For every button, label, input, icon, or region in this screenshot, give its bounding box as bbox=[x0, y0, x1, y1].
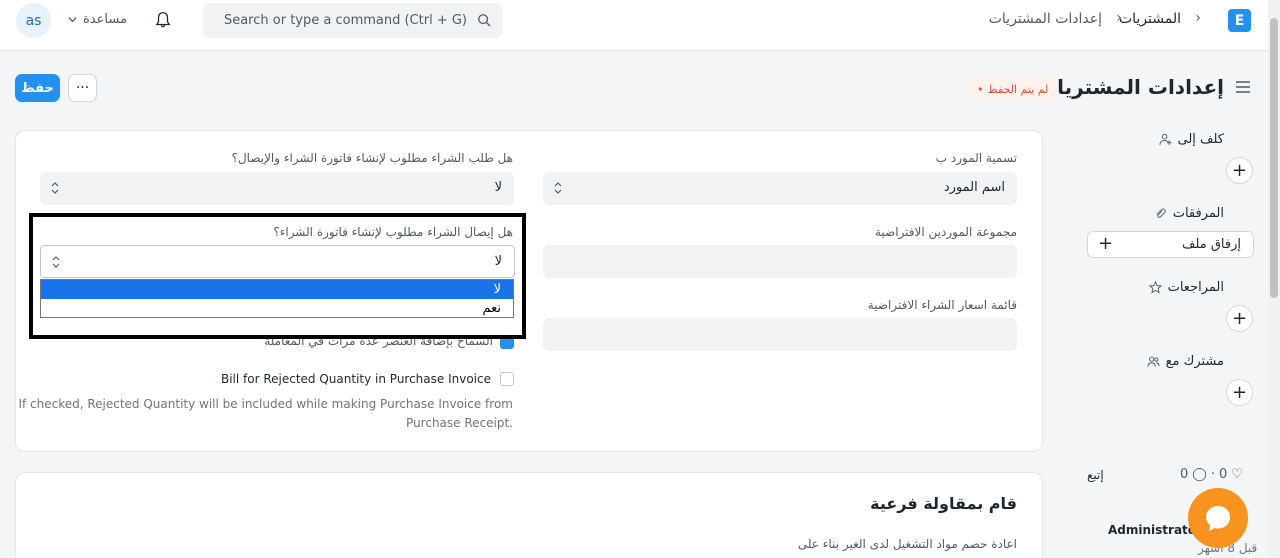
bell-icon[interactable] bbox=[154, 11, 172, 29]
pr-required-label: هل إيصال الشراء مطلوب لإنشاء فاتورة الشر… bbox=[273, 225, 513, 239]
share-add-button[interactable]: + bbox=[1226, 379, 1253, 406]
bill-rejected-description-2: Purchase Receipt. bbox=[406, 416, 513, 430]
select-arrows-icon bbox=[52, 256, 60, 268]
status-dot-icon: • bbox=[977, 82, 984, 96]
breadcrumb-parent[interactable]: المشتريات bbox=[1119, 11, 1181, 27]
default-price-list-label: قائمة اسعار الشراء الافتراضية bbox=[867, 298, 1017, 312]
po-required-value: لا bbox=[494, 180, 502, 195]
bill-rejected-label: Bill for Rejected Quantity in Purchase I… bbox=[220, 372, 491, 386]
reviews-label: المراجعات bbox=[1148, 280, 1224, 295]
default-price-list-input[interactable] bbox=[543, 318, 1017, 351]
navbar: as مساعدة Search or type a command (Ctrl… bbox=[0, 0, 1268, 51]
app-logo[interactable]: E bbox=[1228, 9, 1251, 32]
shared-with-label: مشترك مع bbox=[1147, 354, 1224, 369]
add-user-icon bbox=[1158, 133, 1172, 146]
chevron-down-icon bbox=[68, 17, 77, 23]
heart-icon[interactable]: ♡ bbox=[1231, 467, 1243, 482]
help-dropdown[interactable]: مساعدة bbox=[68, 12, 127, 27]
help-label: مساعدة bbox=[83, 12, 127, 27]
search-bar[interactable]: Search or type a command (Ctrl + G) bbox=[203, 3, 503, 38]
search-input[interactable]: Search or type a command (Ctrl + G) bbox=[224, 13, 467, 28]
subcontract-section-title: قام بمقاولة فرعية bbox=[870, 494, 1017, 513]
po-required-label: هل طلب الشراء مطلوب لإنشاء فاتورة الشراء… bbox=[231, 151, 513, 165]
pr-required-value: لا bbox=[494, 254, 502, 269]
supplier-naming-label: تسمية المورد ب bbox=[935, 151, 1017, 165]
users-icon bbox=[1147, 356, 1160, 367]
status-badge: • لم يتم الحفظ bbox=[967, 78, 1059, 100]
supplier-naming-value: اسم المورد bbox=[943, 180, 1005, 195]
star-icon bbox=[1148, 281, 1162, 294]
plus-icon: + bbox=[1098, 233, 1114, 254]
po-required-select[interactable]: لا bbox=[40, 172, 514, 205]
scrollbar[interactable] bbox=[1268, 0, 1280, 558]
attachments-label: المرفقات bbox=[1154, 206, 1224, 221]
chat-bubble-icon bbox=[1206, 506, 1230, 531]
scrollbar-thumb[interactable] bbox=[1270, 18, 1278, 298]
pr-required-select[interactable]: لا bbox=[40, 245, 515, 278]
breadcrumb-separator: › bbox=[1195, 10, 1201, 26]
select-arrows-icon bbox=[554, 182, 562, 194]
pr-required-options[interactable]: لا نعم bbox=[40, 279, 514, 318]
likes-count: 0 bbox=[1180, 467, 1189, 482]
assign-add-button[interactable]: + bbox=[1226, 157, 1253, 184]
option-yes[interactable]: نعم bbox=[41, 299, 513, 318]
option-no[interactable]: لا bbox=[41, 280, 513, 299]
bill-rejected-checkbox[interactable] bbox=[500, 372, 514, 386]
separator: · bbox=[1210, 467, 1215, 482]
status-text: لم يتم الحفظ bbox=[987, 82, 1049, 96]
more-actions-button[interactable]: ··· bbox=[68, 74, 97, 102]
chat-widget-button[interactable] bbox=[1188, 488, 1248, 548]
backflush-label: اعادة حصم مواد التشغيل لدى الغير بناء عل… bbox=[797, 537, 1017, 551]
comments-count: 0 bbox=[1218, 467, 1228, 482]
default-supplier-group-label: مجموعة الموردين الافتراضية bbox=[874, 225, 1017, 239]
follow-link[interactable]: إتبع bbox=[1087, 468, 1104, 482]
likes-comments-counter: 0 ◯ · 0 ♡ bbox=[1180, 467, 1243, 482]
attach-file-button[interactable]: إرفاق ملف + bbox=[1087, 231, 1254, 258]
paperclip-icon bbox=[1156, 208, 1166, 218]
comment-icon: ◯ bbox=[1192, 467, 1207, 482]
attach-file-label: إرفاق ملف bbox=[1181, 237, 1241, 252]
review-add-button[interactable]: + bbox=[1226, 305, 1253, 332]
assign-to-label: كلف إلى bbox=[1158, 132, 1224, 147]
sidebar-toggle-icon[interactable] bbox=[1235, 80, 1251, 94]
save-button[interactable]: حفظ bbox=[15, 74, 60, 102]
supplier-naming-select[interactable]: اسم المورد bbox=[543, 172, 1017, 205]
search-icon bbox=[478, 14, 491, 27]
select-arrows-icon bbox=[51, 182, 59, 194]
breadcrumb-current[interactable]: إعدادات المشتريات bbox=[989, 11, 1102, 27]
page-title: إعدادات المشتريات bbox=[1037, 75, 1224, 99]
user-avatar[interactable]: as bbox=[16, 3, 51, 38]
bill-rejected-description: If checked, Rejected Quantity will be in… bbox=[18, 397, 513, 411]
default-supplier-group-input[interactable] bbox=[543, 245, 1017, 278]
